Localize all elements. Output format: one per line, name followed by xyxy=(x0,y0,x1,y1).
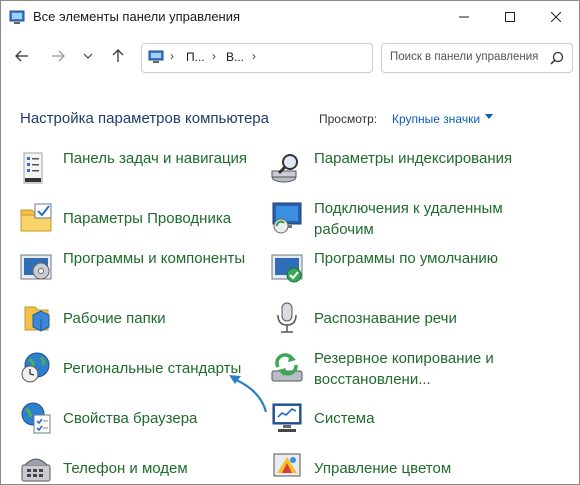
annotation-arrow-icon xyxy=(229,375,268,413)
control-panel-window: Все элементы панели управления › П... › … xyxy=(0,0,580,485)
